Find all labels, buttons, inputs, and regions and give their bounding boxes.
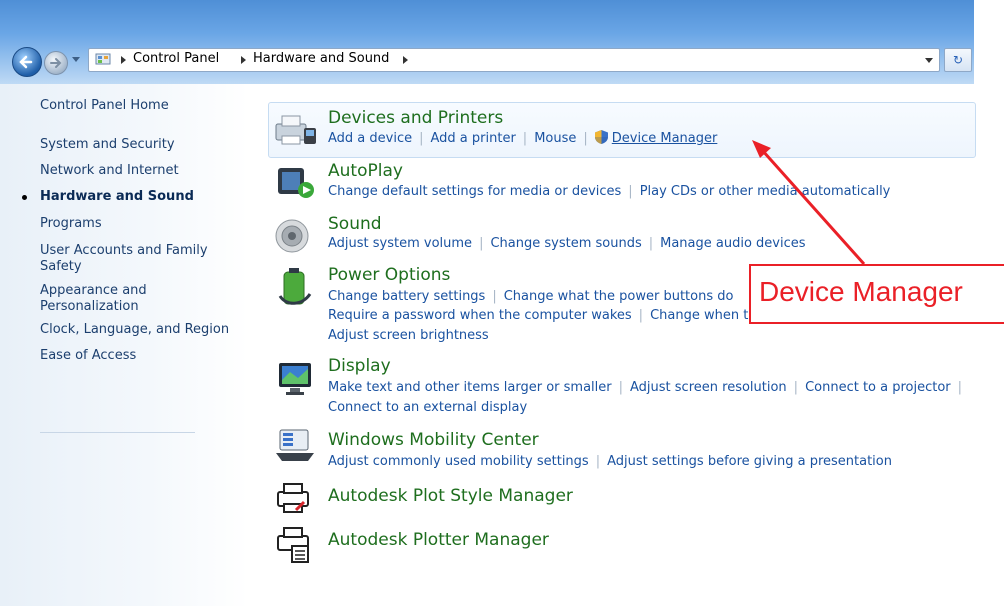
sidebar-divider [40, 432, 195, 433]
category-title-windows-mobility-center[interactable]: Windows Mobility Center [328, 430, 539, 450]
link-manage-audio-devices[interactable]: Manage audio devices [660, 236, 805, 251]
active-item-bullet [22, 195, 27, 200]
link-adjust-presentation-settings[interactable]: Adjust settings before giving a presenta… [607, 454, 892, 469]
link-change-default-settings[interactable]: Change default settings for media or dev… [328, 184, 621, 199]
sidebar-item-clock-language-region[interactable]: Clock, Language, and Region [40, 322, 229, 338]
mobility-center-icon [276, 429, 314, 461]
sidebar-item-user-accounts[interactable]: User Accounts and Family Safety [40, 243, 215, 275]
category-links-power-options-row1: Change battery settings | Change what the … [328, 289, 733, 305]
speaker-icon [275, 219, 309, 253]
link-adjust-screen-brightness[interactable]: Adjust screen brightness [328, 328, 489, 343]
link-separator: | [957, 380, 963, 395]
plotter-manager-icon [277, 527, 309, 563]
category-links-autoplay: Change default settings for media or dev… [328, 184, 890, 200]
category-links-power-options-row3: Adjust screen brightness [328, 328, 489, 344]
back-arrow-icon [19, 55, 33, 69]
breadcrumb-control-panel[interactable]: Control Panel [133, 51, 219, 66]
control-panel-window: Control Panel Hardware and Sound ↻ Contr… [0, 0, 1004, 606]
link-separator: | [648, 236, 654, 251]
forward-arrow-icon [50, 58, 62, 68]
link-connect-external-display[interactable]: Connect to an external display [328, 400, 527, 415]
control-panel-icon [95, 53, 111, 65]
link-separator: | [793, 380, 799, 395]
category-links-devices-and-printers: Add a device | Add a printer | Mouse | Device … [328, 130, 717, 147]
breadcrumb-separator[interactable] [403, 56, 408, 64]
link-change-power-buttons[interactable]: Change what the power buttons do [504, 289, 734, 304]
sidebar-item-ease-of-access[interactable]: Ease of Access [40, 348, 136, 364]
category-title-power-options[interactable]: Power Options [328, 265, 450, 285]
link-change-when-computer-sleeps[interactable]: Change when t [650, 308, 748, 323]
annotation-callout: Device Manager [749, 264, 1004, 324]
category-title-autodesk-plotter-manager[interactable]: Autodesk Plotter Manager [328, 530, 549, 550]
link-device-manager[interactable]: Device Manager [612, 131, 718, 146]
link-play-cds[interactable]: Play CDs or other media automatically [640, 184, 891, 199]
refresh-icon: ↻ [952, 53, 964, 67]
refresh-button[interactable]: ↻ [944, 48, 972, 72]
link-change-battery-settings[interactable]: Change battery settings [328, 289, 485, 304]
sidebar-item-hardware-and-sound[interactable]: Hardware and Sound [40, 189, 194, 205]
category-links-power-options-row2: Require a password when the computer wak… [328, 308, 748, 324]
link-add-a-device[interactable]: Add a device [328, 131, 412, 146]
category-links-display-row2: Connect to an external display [328, 400, 527, 416]
sidebar-item-system-and-security[interactable]: System and Security [40, 137, 175, 153]
address-bar[interactable]: Control Panel Hardware and Sound [88, 48, 940, 72]
annotation-callout-text: Device Manager [759, 276, 963, 307]
sidebar-item-programs[interactable]: Programs [40, 216, 102, 232]
monitor-icon [279, 363, 311, 395]
autoplay-icon [278, 168, 314, 198]
sidebar-item-network-and-internet[interactable]: Network and Internet [40, 163, 179, 179]
category-title-display[interactable]: Display [328, 356, 391, 376]
address-dropdown-button[interactable] [925, 58, 933, 63]
link-add-a-printer[interactable]: Add a printer [431, 131, 516, 146]
category-links-sound: Adjust system volume | Change system sound… [328, 236, 806, 252]
breadcrumb-separator[interactable] [241, 56, 246, 64]
uac-shield-icon [594, 130, 608, 144]
sidebar-item-control-panel-home[interactable]: Control Panel Home [40, 98, 169, 114]
category-links-windows-mobility-center: Adjust commonly used mobility settings | A… [328, 454, 892, 470]
link-separator: | [618, 380, 624, 395]
link-adjust-system-volume[interactable]: Adjust system volume [328, 236, 472, 251]
category-title-sound[interactable]: Sound [328, 214, 382, 234]
link-make-text-larger[interactable]: Make text and other items larger or smal… [328, 380, 612, 395]
recent-pages-dropdown[interactable] [72, 57, 80, 62]
printer-icon [275, 115, 316, 145]
link-adjust-screen-resolution[interactable]: Adjust screen resolution [630, 380, 787, 395]
link-separator: | [419, 131, 424, 146]
category-links-display-row1: Make text and other items larger or smal… [328, 380, 969, 396]
category-title-autoplay[interactable]: AutoPlay [328, 161, 403, 181]
plotter-icon [277, 483, 309, 513]
page-margin [974, 0, 1004, 84]
link-separator: | [492, 289, 497, 304]
link-separator: | [479, 236, 484, 251]
link-separator: | [583, 131, 588, 146]
link-separator: | [522, 131, 528, 146]
sidebar-item-appearance[interactable]: Appearance and Personalization [40, 283, 170, 315]
link-separator: | [595, 454, 601, 469]
link-require-password-on-wake[interactable]: Require a password when the computer wak… [328, 308, 632, 323]
link-adjust-mobility-settings[interactable]: Adjust commonly used mobility settings [328, 454, 589, 469]
category-title-autodesk-plot-style-manager[interactable]: Autodesk Plot Style Manager [328, 486, 573, 506]
link-connect-to-projector[interactable]: Connect to a projector [805, 380, 951, 395]
link-change-system-sounds[interactable]: Change system sounds [490, 236, 641, 251]
link-mouse[interactable]: Mouse [534, 131, 576, 146]
category-title-devices-and-printers[interactable]: Devices and Printers [328, 108, 503, 128]
breadcrumb-separator[interactable] [121, 56, 126, 64]
link-separator: | [638, 308, 644, 323]
battery-icon [278, 268, 312, 305]
back-button[interactable] [12, 47, 42, 77]
link-separator: | [628, 184, 633, 199]
breadcrumb-hardware-and-sound[interactable]: Hardware and Sound [253, 51, 389, 66]
forward-button[interactable] [44, 51, 68, 75]
